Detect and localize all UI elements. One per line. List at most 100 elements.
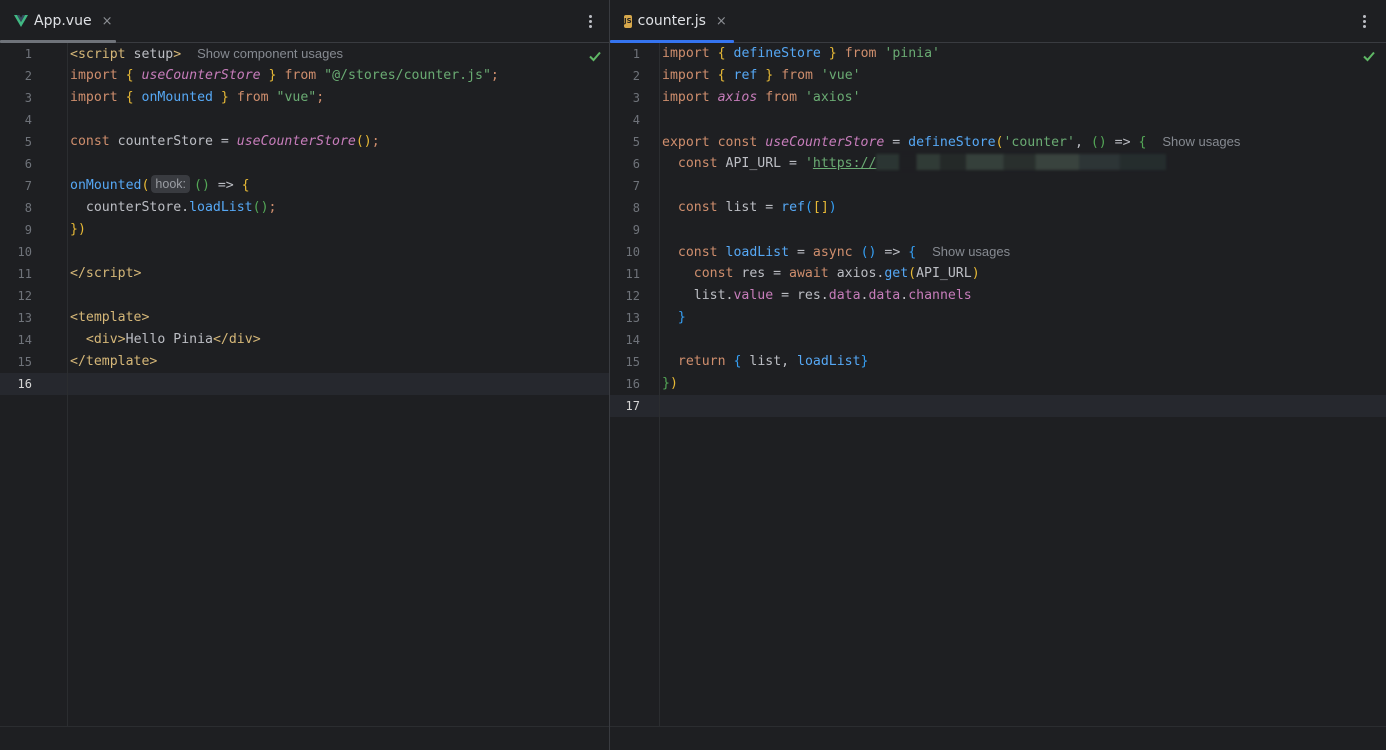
line-number: 11 bbox=[625, 267, 640, 281]
token: => bbox=[876, 245, 909, 260]
token: } bbox=[70, 222, 78, 237]
token: { bbox=[125, 68, 134, 83]
token: from bbox=[844, 46, 877, 61]
token: < bbox=[70, 47, 78, 62]
close-icon[interactable]: × bbox=[716, 14, 727, 29]
code-line-8: const list = ref([]) bbox=[662, 197, 1386, 219]
token: ( bbox=[804, 200, 813, 215]
token: data bbox=[868, 288, 901, 303]
token: onMounted bbox=[141, 90, 213, 105]
token: } bbox=[662, 376, 670, 391]
horizontal-scrollbar[interactable] bbox=[0, 726, 609, 750]
token: 'pinia' bbox=[884, 46, 940, 61]
code-line-3: import axios from 'axios' bbox=[662, 87, 1386, 109]
code-line-2: import { ref } from 'vue' bbox=[662, 65, 1386, 87]
line-number: 10 bbox=[625, 245, 640, 259]
code-content[interactable]: <script setup> Show component usages imp… bbox=[70, 43, 609, 726]
no-problems-check-icon[interactable] bbox=[1362, 49, 1376, 63]
horizontal-scrollbar[interactable] bbox=[610, 726, 1386, 750]
line-number: 9 bbox=[24, 223, 32, 237]
show-component-usages-link[interactable]: Show component usages bbox=[197, 46, 343, 61]
token: API_URL bbox=[916, 266, 972, 281]
line-number: 3 bbox=[24, 91, 32, 105]
line-number: 6 bbox=[632, 157, 640, 171]
token: export bbox=[662, 135, 710, 150]
close-icon[interactable]: × bbox=[102, 14, 113, 29]
token: > bbox=[133, 266, 142, 281]
token: ref bbox=[733, 68, 758, 83]
line-number: 14 bbox=[625, 333, 640, 347]
token: { bbox=[1138, 135, 1147, 150]
token: const bbox=[693, 266, 734, 281]
token: channels bbox=[908, 288, 972, 303]
token: , bbox=[1074, 135, 1091, 150]
token: list = bbox=[717, 200, 782, 215]
tab-app-vue[interactable]: App.vue × bbox=[0, 0, 116, 43]
token: { bbox=[717, 46, 726, 61]
no-problems-check-icon[interactable] bbox=[588, 49, 602, 63]
url-link[interactable]: https:// bbox=[813, 156, 877, 171]
editor-pane-app-vue: App.vue × 1 2 3 4 5 6 7 8 9 10 11 12 13 … bbox=[0, 0, 609, 750]
token: defineStore bbox=[908, 135, 996, 150]
token: ' bbox=[804, 156, 813, 171]
token: await bbox=[789, 266, 829, 281]
token: = res. bbox=[773, 288, 829, 303]
more-actions-icon[interactable] bbox=[1356, 11, 1372, 31]
token: ; bbox=[371, 134, 380, 149]
token: return bbox=[677, 354, 726, 369]
token: script bbox=[85, 266, 134, 281]
line-number: 8 bbox=[24, 201, 32, 215]
code-line-9: }) bbox=[70, 219, 609, 241]
code-content[interactable]: import { defineStore } from 'pinia' impo… bbox=[662, 43, 1386, 726]
line-number: 5 bbox=[632, 135, 640, 149]
token: ref bbox=[781, 200, 805, 215]
token: counterStore bbox=[109, 134, 221, 149]
token: import bbox=[70, 90, 118, 105]
token: data bbox=[828, 288, 861, 303]
tab-counter-js[interactable]: JS counter.js × bbox=[610, 0, 734, 43]
line-number: 2 bbox=[632, 69, 640, 83]
line-number-gutter: 1 2 3 4 5 6 7 8 9 10 11 12 13 14 15 16 1… bbox=[610, 43, 660, 726]
token: { bbox=[125, 90, 134, 105]
line-number: 11 bbox=[17, 267, 32, 281]
code-line-7: onMounted(hook:() => { bbox=[70, 175, 609, 197]
code-line-10: const loadList = async () => { Show usag… bbox=[662, 241, 1386, 263]
token: = bbox=[220, 134, 237, 149]
line-number: 7 bbox=[24, 179, 32, 193]
token: value bbox=[733, 288, 774, 303]
editor-pane-counter-js: JS counter.js × 1 2 3 4 5 6 7 8 9 10 11 … bbox=[610, 0, 1386, 750]
code-editor[interactable]: 1 2 3 4 5 6 7 8 9 10 11 12 13 14 15 16 <… bbox=[0, 43, 609, 726]
token: from bbox=[236, 90, 269, 105]
token: get bbox=[884, 266, 909, 281]
token: } bbox=[765, 68, 774, 83]
token: Hello Pinia bbox=[125, 332, 213, 347]
token: > bbox=[173, 47, 182, 62]
token: ) bbox=[971, 266, 980, 281]
token: > bbox=[149, 354, 158, 369]
token: </ bbox=[212, 332, 229, 347]
token: ; bbox=[316, 90, 325, 105]
more-actions-icon[interactable] bbox=[582, 11, 598, 31]
token: => bbox=[1106, 135, 1139, 150]
token: ( bbox=[908, 266, 917, 281]
token: defineStore bbox=[733, 46, 821, 61]
code-line-11: const res = await axios.get(API_URL) bbox=[662, 263, 1386, 285]
token: ) bbox=[77, 222, 86, 237]
code-editor[interactable]: 1 2 3 4 5 6 7 8 9 10 11 12 13 14 15 16 1… bbox=[610, 43, 1386, 726]
token: const bbox=[717, 135, 758, 150]
token: < bbox=[85, 332, 94, 347]
show-usages-link[interactable]: Show usages bbox=[932, 244, 1010, 259]
code-line-5: export const useCounterStore = defineSto… bbox=[662, 131, 1386, 153]
show-usages-link[interactable]: Show usages bbox=[1162, 134, 1240, 149]
line-number: 9 bbox=[632, 223, 640, 237]
token: template bbox=[77, 310, 142, 325]
code-line-1: <script setup> Show component usages bbox=[70, 43, 609, 65]
token: () bbox=[194, 178, 210, 193]
line-number-gutter: 1 2 3 4 5 6 7 8 9 10 11 12 13 14 15 16 bbox=[0, 43, 68, 726]
token: from bbox=[765, 90, 798, 105]
line-number: 13 bbox=[625, 311, 640, 325]
token: . bbox=[900, 288, 909, 303]
line-number: 12 bbox=[17, 289, 32, 303]
token: axios bbox=[717, 90, 758, 105]
code-line-2: import { useCounterStore } from "@/store… bbox=[70, 65, 609, 87]
